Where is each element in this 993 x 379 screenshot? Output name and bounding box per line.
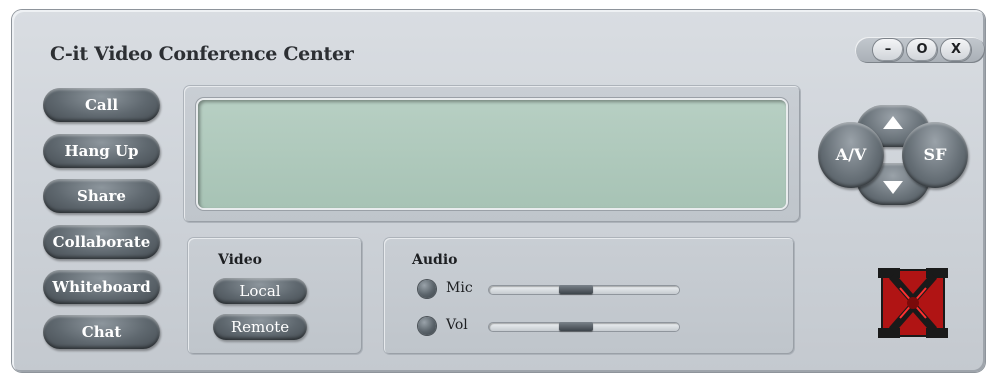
av-button[interactable]: A/V xyxy=(818,122,884,188)
x-logo-icon xyxy=(878,268,948,338)
audio-heading: Audio xyxy=(412,252,458,268)
video-local-button[interactable]: Local xyxy=(213,278,307,304)
vol-indicator-icon xyxy=(418,317,436,335)
window-controls: – O X xyxy=(855,37,985,63)
vol-slider-thumb[interactable] xyxy=(559,322,593,331)
hang-up-button[interactable]: Hang Up xyxy=(43,134,160,168)
chat-button[interactable]: Chat xyxy=(43,315,160,349)
vol-slider[interactable] xyxy=(489,322,679,331)
app-window: C-it Video Conference Center – O X Call … xyxy=(12,10,985,372)
close-button[interactable]: X xyxy=(941,39,971,61)
video-panel: Video Local Remote xyxy=(188,238,362,354)
window-title: C-it Video Conference Center xyxy=(50,43,354,65)
lcd-display xyxy=(198,100,786,208)
video-remote-button[interactable]: Remote xyxy=(213,314,307,340)
whiteboard-button[interactable]: Whiteboard xyxy=(43,270,160,304)
mic-indicator-icon xyxy=(418,280,436,298)
mic-label: Mic xyxy=(446,280,473,296)
minimize-button[interactable]: – xyxy=(873,39,903,61)
vol-label: Vol xyxy=(446,317,468,333)
video-heading: Video xyxy=(218,252,262,268)
audio-panel: Audio Mic Vol xyxy=(384,238,794,354)
navigation-pad: A/V SF xyxy=(818,105,968,205)
maximize-button[interactable]: O xyxy=(907,39,937,61)
share-button[interactable]: Share xyxy=(43,179,160,213)
collaborate-button[interactable]: Collaborate xyxy=(43,225,160,259)
sf-button[interactable]: SF xyxy=(902,122,968,188)
mic-slider-thumb[interactable] xyxy=(559,285,593,294)
call-button[interactable]: Call xyxy=(43,88,160,122)
mic-slider[interactable] xyxy=(489,285,679,294)
